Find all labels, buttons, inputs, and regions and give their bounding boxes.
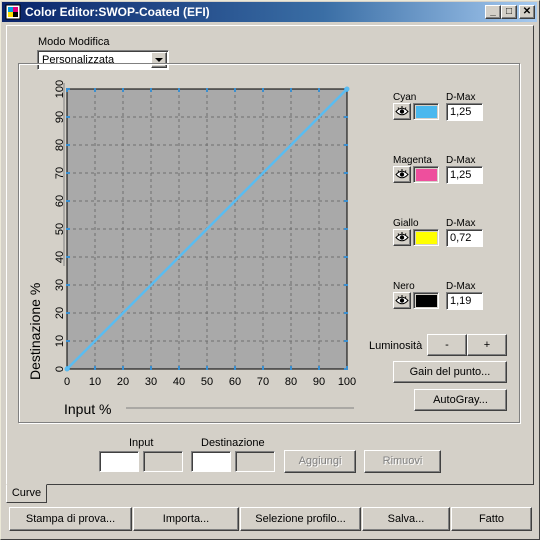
input-field[interactable] [99, 451, 139, 472]
ink-name: Magenta [393, 155, 432, 166]
maximize-button[interactable]: □ [501, 5, 517, 19]
luminosity-plus-button[interactable]: + [467, 334, 507, 356]
import-label: Importa... [162, 513, 210, 525]
x-axis-label: Input % [64, 401, 111, 417]
ink-color-swatch[interactable] [413, 166, 439, 183]
ink-name: Nero [393, 281, 415, 292]
x-tick-label: 90 [313, 376, 325, 388]
x-tick-label: 40 [173, 376, 185, 388]
x-tick-label: 10 [89, 376, 101, 388]
x-tick-label: 50 [201, 376, 213, 388]
luminosity-plus-label: + [483, 339, 491, 351]
curve-point[interactable] [344, 86, 350, 92]
x-tick-label: 30 [145, 376, 157, 388]
ink-name: Giallo [393, 218, 419, 229]
swatch-fill [416, 169, 437, 181]
profile-selection-button[interactable]: Selezione profilo... [240, 507, 361, 531]
input-label: Input [129, 437, 154, 449]
dmax-field[interactable]: 1,19 [446, 292, 483, 310]
remove-point-label: Rimuovi [382, 455, 423, 467]
destination-label: Destinazione [201, 437, 265, 449]
eye-icon [395, 106, 409, 116]
destination-field-secondary [235, 451, 275, 472]
luminosity-minus-button[interactable]: - [427, 334, 467, 356]
x-tick-label: 70 [257, 376, 269, 388]
add-point-label: Aggiungi [298, 455, 342, 467]
y-tick-label: 10 [54, 335, 66, 347]
minimize-button[interactable]: _ [485, 5, 501, 19]
ink-color-swatch[interactable] [413, 103, 439, 120]
x-tick-label: 100 [338, 376, 356, 388]
remove-point-button[interactable]: Rimuovi [364, 450, 441, 473]
close-button[interactable]: ✕ [519, 5, 535, 19]
dmax-field[interactable]: 0,72 [446, 229, 483, 247]
dmax-field[interactable]: 1,25 [446, 166, 483, 184]
tab-curve[interactable]: Curve [6, 484, 47, 503]
luminosity-label: Luminosità [369, 340, 423, 352]
x-tick-labels: 0 10 20 30 40 50 60 70 80 90 100 [64, 376, 356, 388]
ink-color-swatch[interactable] [413, 229, 439, 246]
visibility-toggle[interactable] [393, 292, 411, 309]
proof-print-button[interactable]: Stampa di prova... [9, 507, 132, 531]
x-tick-label: 20 [117, 376, 129, 388]
visibility-toggle[interactable] [393, 166, 411, 183]
x-tick-label: 60 [229, 376, 241, 388]
swatch-fill [416, 232, 437, 244]
dmax-field[interactable]: 1,25 [446, 103, 483, 121]
profile-selection-label: Selezione profilo... [255, 513, 346, 525]
autogray-button[interactable]: AutoGray... [414, 389, 507, 411]
input-field-secondary [143, 451, 183, 472]
proof-print-label: Stampa di prova... [25, 513, 116, 525]
dmax-label: D-Max [446, 155, 476, 166]
mode-label: Modo Modifica [38, 36, 110, 48]
visibility-toggle[interactable] [393, 103, 411, 120]
dmax-label: D-Max [446, 92, 476, 103]
eye-icon [395, 232, 409, 242]
swatch-fill [416, 295, 437, 307]
import-button[interactable]: Importa... [133, 507, 239, 531]
y-axis-label: Destinazione % [27, 283, 43, 380]
app-icon [5, 4, 21, 20]
dot-gain-label: Gain del punto... [409, 366, 491, 378]
swatch-fill [416, 106, 437, 118]
eye-icon [395, 295, 409, 305]
tab-curve-label: Curve [11, 487, 42, 499]
y-tick-label: 30 [54, 279, 66, 291]
x-tick-label: 0 [64, 376, 70, 388]
y-tick-label: 0 [54, 366, 66, 372]
dot-gain-button[interactable]: Gain del punto... [393, 361, 507, 383]
title-bar[interactable]: Color Editor:SWOP-Coated (EFI) _ □ ✕ [2, 2, 537, 22]
dmax-label: D-Max [446, 218, 476, 229]
curve-point[interactable] [64, 366, 70, 372]
destination-field[interactable] [191, 451, 231, 472]
ink-name: Cyan [393, 92, 417, 103]
y-tick-label: 20 [54, 307, 66, 319]
save-button[interactable]: Salva... [362, 507, 450, 531]
ink-color-swatch[interactable] [413, 292, 439, 309]
eye-icon [395, 169, 409, 179]
luminosity-minus-label: - [445, 339, 449, 351]
save-label: Salva... [387, 513, 425, 525]
x-tick-label: 80 [285, 376, 297, 388]
done-label: Fatto [478, 513, 505, 525]
visibility-toggle[interactable] [393, 229, 411, 246]
curve-chart[interactable]: 0 10 20 30 40 50 60 70 80 90 100 01020304050607080… [26, 78, 360, 420]
dmax-label: D-Max [446, 281, 476, 292]
autogray-label: AutoGray... [433, 394, 488, 406]
add-point-button[interactable]: Aggiungi [284, 450, 356, 473]
done-button[interactable]: Fatto [451, 507, 532, 531]
window-title: Color Editor:SWOP-Coated (EFI) [25, 5, 210, 19]
